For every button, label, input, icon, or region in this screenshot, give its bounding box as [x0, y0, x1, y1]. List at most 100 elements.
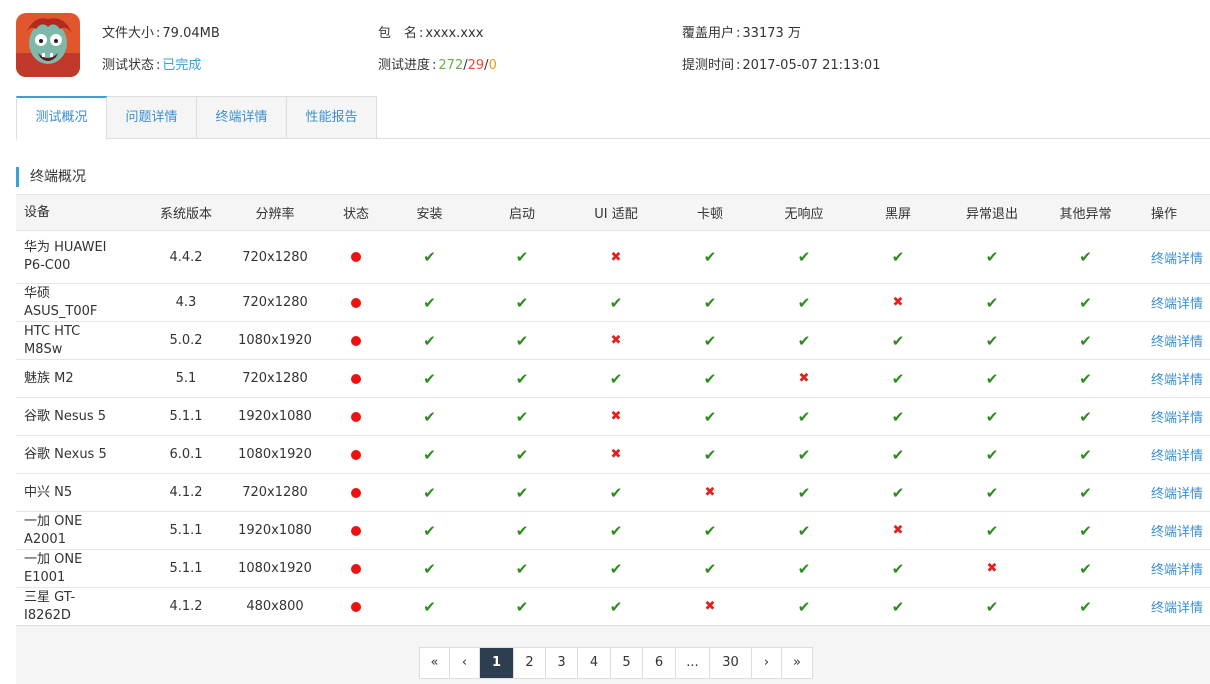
pager-last[interactable]: » — [782, 648, 812, 678]
cell-crash: ✔ — [952, 359, 1032, 398]
cell-black-screen: ✔ — [844, 230, 952, 284]
page-6[interactable]: 6 — [643, 648, 676, 678]
check-icon: ✔ — [797, 407, 811, 426]
device-detail-link[interactable]: 终端详情 — [1151, 297, 1203, 312]
check-icon: ✔ — [891, 445, 905, 464]
cell-other: ✔ — [1032, 321, 1139, 360]
cell-anr: ✔ — [764, 230, 844, 284]
cell-other: ✔ — [1032, 435, 1139, 474]
device-detail-link[interactable]: 终端详情 — [1151, 601, 1203, 616]
package-name: 包 名: xxxx.xxx — [378, 26, 484, 41]
page-5[interactable]: 5 — [611, 648, 643, 678]
check-icon: ✔ — [423, 445, 436, 464]
device-detail-link[interactable]: 终端详情 — [1151, 449, 1203, 464]
cell-other: ✔ — [1032, 283, 1139, 322]
cell-device: 谷歌 Nesus 5 — [16, 397, 143, 436]
pager-first[interactable]: « — [420, 648, 450, 678]
cell-black-screen: ✔ — [844, 549, 952, 588]
device-detail-link[interactable]: 终端详情 — [1151, 373, 1203, 388]
cell-ui-fit: ✖ — [576, 397, 656, 436]
col-device: 设备 — [16, 194, 143, 231]
cell-anr: ✔ — [764, 397, 844, 436]
cell-other: ✔ — [1032, 473, 1139, 512]
tab-performance[interactable]: 性能报告 — [287, 96, 377, 139]
page-30[interactable]: 30 — [710, 648, 752, 678]
cell-install: ✔ — [391, 511, 468, 550]
cell-status — [321, 435, 391, 474]
page-4[interactable]: 4 — [578, 648, 611, 678]
check-icon: ✔ — [423, 248, 436, 266]
cell-action: 终端详情 — [1139, 397, 1210, 436]
cell-install: ✔ — [391, 435, 468, 474]
cell-install: ✔ — [391, 549, 468, 588]
cell-os: 6.0.1 — [143, 435, 229, 474]
cell-ui-fit: ✔ — [576, 359, 656, 398]
check-icon: ✔ — [797, 293, 811, 312]
check-icon: ✔ — [515, 483, 529, 502]
cell-device: 魅族 M2 — [16, 359, 143, 398]
check-icon: ✔ — [423, 331, 436, 350]
check-icon: ✔ — [423, 483, 436, 502]
cell-launch: ✔ — [468, 359, 576, 398]
cell-anr: ✔ — [764, 587, 844, 626]
check-icon: ✔ — [515, 331, 529, 350]
device-detail-link[interactable]: 终端详情 — [1151, 563, 1203, 578]
tab-issues[interactable]: 问题详情 — [107, 96, 197, 139]
cell-lag: ✖ — [656, 587, 764, 626]
cell-launch: ✔ — [468, 549, 576, 588]
cell-action: 终端详情 — [1139, 435, 1210, 474]
pager-next[interactable]: › — [752, 648, 782, 678]
check-icon: ✔ — [703, 445, 717, 464]
cross-icon: ✖ — [892, 295, 904, 310]
cell-device: HTC HTC M8Sw — [16, 321, 143, 360]
cell-anr: ✔ — [764, 473, 844, 512]
tab-overview[interactable]: 测试概况 — [16, 96, 107, 140]
cell-lag: ✔ — [656, 283, 764, 322]
check-icon: ✔ — [797, 597, 811, 616]
device-detail-link[interactable]: 终端详情 — [1151, 335, 1203, 350]
cell-os: 4.1.2 — [143, 473, 229, 512]
cell-black-screen: ✔ — [844, 587, 952, 626]
device-detail-link[interactable]: 终端详情 — [1151, 487, 1203, 502]
check-icon: ✔ — [985, 369, 999, 388]
check-icon: ✔ — [1079, 369, 1092, 388]
cell-lag: ✖ — [656, 473, 764, 512]
cell-black-screen: ✔ — [844, 473, 952, 512]
pager-prev[interactable]: ‹ — [450, 648, 480, 678]
cell-crash: ✔ — [952, 473, 1032, 512]
page-2[interactable]: 2 — [514, 648, 546, 678]
cell-anr: ✔ — [764, 549, 844, 588]
col-resolution: 分辨率 — [229, 194, 321, 231]
cell-lag: ✔ — [656, 321, 764, 360]
cell-resolution: 720x1280 — [229, 230, 321, 284]
tab-devices[interactable]: 终端详情 — [197, 96, 287, 139]
cell-black-screen: ✖ — [844, 283, 952, 322]
check-icon: ✔ — [891, 248, 905, 266]
cell-crash: ✖ — [952, 549, 1032, 588]
check-icon: ✔ — [609, 369, 623, 388]
check-icon: ✔ — [1079, 559, 1092, 578]
check-icon: ✔ — [703, 331, 717, 350]
col-ui-fit: UI 适配 — [576, 194, 656, 231]
cell-install: ✔ — [391, 359, 468, 398]
cell-device: 华为 HUAWEI P6-C00 — [16, 230, 143, 284]
check-icon: ✔ — [423, 369, 436, 388]
col-lag: 卡顿 — [656, 194, 764, 231]
check-icon: ✔ — [985, 407, 999, 426]
page-3[interactable]: 3 — [546, 648, 578, 678]
cell-status — [321, 230, 391, 284]
submit-time: 提测时间:2017-05-07 21:13:01 — [682, 58, 881, 73]
cell-crash: ✔ — [952, 511, 1032, 550]
device-detail-link[interactable]: 终端详情 — [1151, 252, 1203, 267]
device-detail-link[interactable]: 终端详情 — [1151, 411, 1203, 426]
page-1[interactable]: 1 — [480, 648, 514, 678]
col-black-screen: 黑屏 — [844, 194, 952, 231]
table-row: 一加 ONE E1001 5.1.1 1080x1920 ✔ ✔ ✔ ✔ ✔ ✔ ✖ ✔ 终端详情 — [16, 549, 1210, 588]
cell-other: ✔ — [1032, 230, 1139, 284]
cell-action: 终端详情 — [1139, 230, 1210, 284]
pagination: «‹ 1 2 3 4 5 6... 30 ›» — [419, 647, 813, 679]
device-detail-link[interactable]: 终端详情 — [1151, 525, 1203, 540]
check-icon: ✔ — [609, 597, 623, 616]
cell-install: ✔ — [391, 230, 468, 284]
check-icon: ✔ — [797, 483, 811, 502]
